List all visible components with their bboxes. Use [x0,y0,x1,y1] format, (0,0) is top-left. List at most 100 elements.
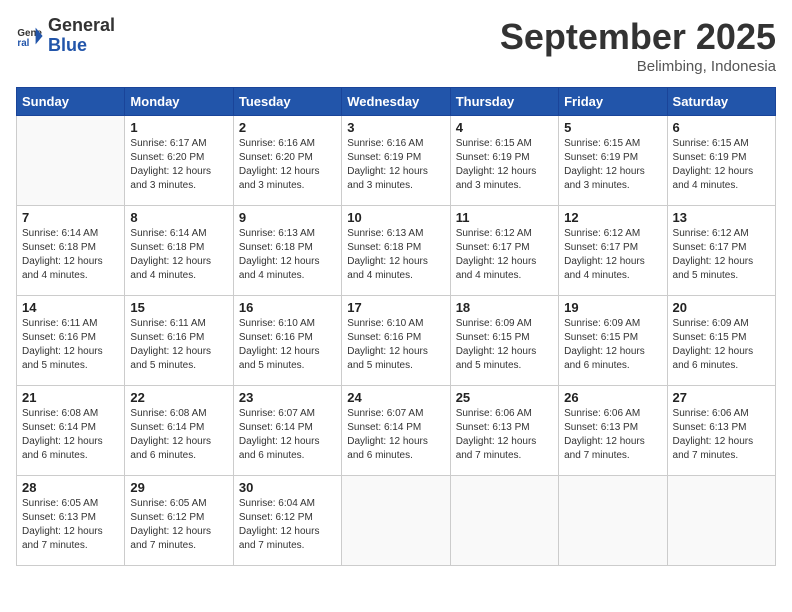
day-number: 28 [22,480,119,495]
day-info: Sunrise: 6:12 AM Sunset: 6:17 PM Dayligh… [673,227,770,283]
calendar-header: SundayMondayTuesdayWednesdayThursdayFrid… [17,88,776,116]
day-info: Sunrise: 6:15 AM Sunset: 6:19 PM Dayligh… [564,137,661,193]
day-info: Sunrise: 6:08 AM Sunset: 6:14 PM Dayligh… [22,407,119,463]
day-number: 7 [22,210,119,225]
calendar-cell: 22 Sunrise: 6:08 AM Sunset: 6:14 PM Dayli… [125,386,233,476]
day-header-saturday: Saturday [667,88,775,116]
day-number: 5 [564,120,661,135]
day-info: Sunrise: 6:09 AM Sunset: 6:15 PM Dayligh… [564,317,661,373]
calendar-week-row: 1 Sunrise: 6:17 AM Sunset: 6:20 PM Daylig… [17,116,776,206]
day-number: 9 [239,210,336,225]
calendar-cell: 19 Sunrise: 6:09 AM Sunset: 6:15 PM Dayli… [559,296,667,386]
calendar-cell: 2 Sunrise: 6:16 AM Sunset: 6:20 PM Daylig… [233,116,341,206]
day-info: Sunrise: 6:11 AM Sunset: 6:16 PM Dayligh… [22,317,119,373]
calendar-cell: 29 Sunrise: 6:05 AM Sunset: 6:12 PM Dayli… [125,476,233,566]
day-number: 27 [673,390,770,405]
calendar-table: SundayMondayTuesdayWednesdayThursdayFrid… [16,87,776,566]
calendar-cell: 7 Sunrise: 6:14 AM Sunset: 6:18 PM Daylig… [17,206,125,296]
day-number: 29 [130,480,227,495]
calendar-cell: 15Sunrise: 6:11 AM Sunset: 6:16 PM Dayli… [125,296,233,386]
day-info: Sunrise: 6:09 AM Sunset: 6:15 PM Dayligh… [456,317,553,373]
calendar-cell: 14 Sunrise: 6:11 AM Sunset: 6:16 PM Dayli… [17,296,125,386]
calendar-cell: 5 Sunrise: 6:15 AM Sunset: 6:19 PM Daylig… [559,116,667,206]
day-info: Sunrise: 6:14 AM Sunset: 6:18 PM Dayligh… [130,227,227,283]
day-number: 18 [456,300,553,315]
calendar-cell: 6Sunrise: 6:15 AM Sunset: 6:19 PM Daylig… [667,116,775,206]
day-number: 1 [130,120,227,135]
day-info: Sunrise: 6:12 AM Sunset: 6:17 PM Dayligh… [456,227,553,283]
calendar-cell [559,476,667,566]
day-number: 13 [673,210,770,225]
day-info: Sunrise: 6:08 AM Sunset: 6:14 PM Dayligh… [130,407,227,463]
title-area: September 2025 Belimbing, Indonesia [500,16,776,75]
day-header-thursday: Thursday [450,88,558,116]
calendar-cell [450,476,558,566]
calendar-cell [17,116,125,206]
logo-text: General Blue [48,16,115,56]
calendar-cell: 20 Sunrise: 6:09 AM Sunset: 6:15 PM Dayli… [667,296,775,386]
day-header-tuesday: Tuesday [233,88,341,116]
logo-general: General [48,16,115,36]
day-info: Sunrise: 6:12 AM Sunset: 6:17 PM Dayligh… [564,227,661,283]
day-number: 21 [22,390,119,405]
day-number: 24 [347,390,444,405]
calendar-cell: 26 Sunrise: 6:06 AM Sunset: 6:13 PM Dayli… [559,386,667,476]
day-number: 15 [130,300,227,315]
day-number: 12 [564,210,661,225]
calendar-cell: 28Sunrise: 6:05 AM Sunset: 6:13 PM Dayli… [17,476,125,566]
calendar-cell: 11 Sunrise: 6:12 AM Sunset: 6:17 PM Dayli… [450,206,558,296]
day-header-monday: Monday [125,88,233,116]
calendar-week-row: 21 Sunrise: 6:08 AM Sunset: 6:14 PM Dayli… [17,386,776,476]
calendar-cell: 25 Sunrise: 6:06 AM Sunset: 6:13 PM Dayli… [450,386,558,476]
day-number: 2 [239,120,336,135]
calendar-cell: 12 Sunrise: 6:12 AM Sunset: 6:17 PM Dayli… [559,206,667,296]
day-number: 22 [130,390,227,405]
calendar-cell: 8Sunrise: 6:14 AM Sunset: 6:18 PM Daylig… [125,206,233,296]
day-info: Sunrise: 6:06 AM Sunset: 6:13 PM Dayligh… [673,407,770,463]
day-info: Sunrise: 6:10 AM Sunset: 6:16 PM Dayligh… [239,317,336,373]
calendar-cell: 9Sunrise: 6:13 AM Sunset: 6:18 PM Daylig… [233,206,341,296]
day-number: 16 [239,300,336,315]
day-number: 4 [456,120,553,135]
calendar-cell: 13 Sunrise: 6:12 AM Sunset: 6:17 PM Dayli… [667,206,775,296]
day-number: 11 [456,210,553,225]
calendar-cell [342,476,450,566]
day-number: 19 [564,300,661,315]
day-info: Sunrise: 6:06 AM Sunset: 6:13 PM Dayligh… [456,407,553,463]
page-header: Gene ral General Blue September 2025 Bel… [16,16,776,75]
day-headers-row: SundayMondayTuesdayWednesdayThursdayFrid… [17,88,776,116]
calendar-week-row: 7 Sunrise: 6:14 AM Sunset: 6:18 PM Daylig… [17,206,776,296]
calendar-cell: 16 Sunrise: 6:10 AM Sunset: 6:16 PM Dayli… [233,296,341,386]
calendar-cell: 24 Sunrise: 6:07 AM Sunset: 6:14 PM Dayli… [342,386,450,476]
day-info: Sunrise: 6:16 AM Sunset: 6:20 PM Dayligh… [239,137,336,193]
day-header-friday: Friday [559,88,667,116]
day-info: Sunrise: 6:09 AM Sunset: 6:15 PM Dayligh… [673,317,770,373]
location-subtitle: Belimbing, Indonesia [500,58,776,75]
day-number: 14 [22,300,119,315]
day-info: Sunrise: 6:13 AM Sunset: 6:18 PM Dayligh… [347,227,444,283]
day-info: Sunrise: 6:10 AM Sunset: 6:16 PM Dayligh… [347,317,444,373]
calendar-cell: 17Sunrise: 6:10 AM Sunset: 6:16 PM Dayli… [342,296,450,386]
day-info: Sunrise: 6:06 AM Sunset: 6:13 PM Dayligh… [564,407,661,463]
day-number: 26 [564,390,661,405]
day-header-sunday: Sunday [17,88,125,116]
day-info: Sunrise: 6:16 AM Sunset: 6:19 PM Dayligh… [347,137,444,193]
logo: Gene ral General Blue [16,16,115,56]
day-number: 20 [673,300,770,315]
calendar-week-row: 14 Sunrise: 6:11 AM Sunset: 6:16 PM Dayli… [17,296,776,386]
calendar-cell: 27 Sunrise: 6:06 AM Sunset: 6:13 PM Dayli… [667,386,775,476]
day-info: Sunrise: 6:17 AM Sunset: 6:20 PM Dayligh… [130,137,227,193]
calendar-cell: 18 Sunrise: 6:09 AM Sunset: 6:15 PM Dayli… [450,296,558,386]
calendar-cell: 23Sunrise: 6:07 AM Sunset: 6:14 PM Dayli… [233,386,341,476]
day-info: Sunrise: 6:05 AM Sunset: 6:12 PM Dayligh… [130,497,227,553]
logo-blue: Blue [48,36,115,56]
day-number: 25 [456,390,553,405]
calendar-cell: 1 Sunrise: 6:17 AM Sunset: 6:20 PM Daylig… [125,116,233,206]
day-info: Sunrise: 6:07 AM Sunset: 6:14 PM Dayligh… [347,407,444,463]
svg-text:ral: ral [17,38,29,49]
day-info: Sunrise: 6:15 AM Sunset: 6:19 PM Dayligh… [456,137,553,193]
day-info: Sunrise: 6:14 AM Sunset: 6:18 PM Dayligh… [22,227,119,283]
calendar-cell: 10 Sunrise: 6:13 AM Sunset: 6:18 PM Dayli… [342,206,450,296]
day-number: 10 [347,210,444,225]
calendar-cell: 4 Sunrise: 6:15 AM Sunset: 6:19 PM Daylig… [450,116,558,206]
